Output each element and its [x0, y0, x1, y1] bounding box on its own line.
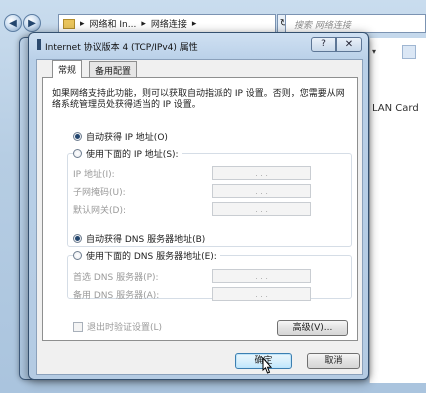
ipv4-properties-dialog: Internet 协议版本 4 (TCP/IPv4) 属性 ? ✕ 常规 备用配…: [28, 32, 369, 380]
general-tab-panel: 如果网络支持此功能，则可以获取自动指派的 IP 设置。否则，您需要从网络系统管理…: [42, 77, 358, 341]
address-bar[interactable]: ▸ 网络和 In... ▸ 网络连接 ▸: [58, 14, 276, 33]
tab-alternate-config[interactable]: 备用配置: [89, 61, 138, 77]
dns-auto-label: 自动获得 DNS 服务器地址(B): [86, 235, 206, 245]
dns-auto-option[interactable]: 自动获得 DNS 服务器地址(B): [73, 232, 205, 245]
subnet-mask-field[interactable]: . . .: [212, 184, 311, 198]
alternate-dns-field[interactable]: . . .: [212, 287, 311, 301]
close-button[interactable]: ✕: [336, 37, 362, 52]
search-input[interactable]: 搜索 网络连接: [285, 14, 426, 33]
dialog-client: 常规 备用配置 如果网络支持此功能，则可以获取自动指派的 IP 设置。否则，您需…: [36, 59, 363, 375]
folder-icon: [63, 18, 75, 29]
help-button[interactable]: ?: [311, 37, 336, 52]
ip-auto-option[interactable]: 自动获得 IP 地址(O): [73, 130, 168, 143]
advanced-button[interactable]: 高级(V)...: [277, 320, 348, 336]
default-gateway-label: 默认网关(D):: [73, 206, 126, 216]
forward-button[interactable]: ▶: [23, 14, 41, 32]
preferred-dns-field[interactable]: . . .: [212, 269, 311, 283]
ip-manual-option[interactable]: 使用下面的 IP 地址(S):: [73, 147, 182, 160]
breadcrumb-item[interactable]: 网络和 In...: [90, 17, 137, 30]
subnet-mask-label: 子网掩码(U):: [73, 188, 126, 198]
explorer-nav: ◀ ▶: [4, 14, 42, 32]
preferred-dns-label: 首选 DNS 服务器(P):: [73, 273, 159, 283]
default-gateway-field[interactable]: . . .: [212, 202, 311, 216]
breadcrumb-item[interactable]: 网络连接: [151, 17, 187, 30]
description-text: 如果网络支持此功能，则可以获取自动指派的 IP 设置。否则，您需要从网络系统管理…: [52, 89, 345, 110]
validate-settings-label: 退出时验证设置(L): [87, 323, 163, 333]
dns-manual-radio[interactable]: [73, 251, 82, 260]
ip-manual-label: 使用下面的 IP 地址(S):: [86, 150, 179, 160]
ip-auto-label: 自动获得 IP 地址(O): [86, 133, 168, 143]
window-icon: [37, 39, 41, 50]
validate-settings-checkbox[interactable]: [73, 321, 83, 332]
mouse-pointer-icon: [262, 357, 272, 374]
views-dropdown-icon[interactable]: ▾: [372, 47, 396, 57]
alternate-dns-label: 备用 DNS 服务器(A):: [73, 291, 160, 301]
chevron-right-icon: ▸: [141, 18, 146, 29]
preview-pane-icon[interactable]: [402, 45, 416, 59]
dns-auto-radio[interactable]: [73, 234, 82, 243]
explorer-toolbar: ▾: [372, 45, 426, 59]
chevron-right-icon: ▸: [80, 18, 85, 29]
cancel-button[interactable]: 取消: [307, 353, 360, 369]
ip-auto-radio[interactable]: [73, 132, 82, 141]
device-label: LAN Card: [372, 103, 419, 114]
ip-address-field[interactable]: . . .: [212, 166, 311, 180]
dns-manual-option[interactable]: 使用下面的 DNS 服务器地址(E):: [73, 249, 220, 262]
explorer-content: [369, 38, 426, 383]
dialog-title: Internet 协议版本 4 (TCP/IPv4) 属性: [45, 43, 198, 53]
tab-general[interactable]: 常规: [52, 60, 83, 78]
ip-address-label: IP 地址(I):: [73, 170, 115, 180]
ip-manual-radio[interactable]: [73, 149, 82, 158]
dns-manual-label: 使用下面的 DNS 服务器地址(E):: [86, 252, 217, 262]
validate-settings-option[interactable]: 退出时验证设置(L): [73, 320, 162, 333]
back-button[interactable]: ◀: [4, 14, 22, 32]
chevron-right-icon: ▸: [191, 18, 197, 29]
